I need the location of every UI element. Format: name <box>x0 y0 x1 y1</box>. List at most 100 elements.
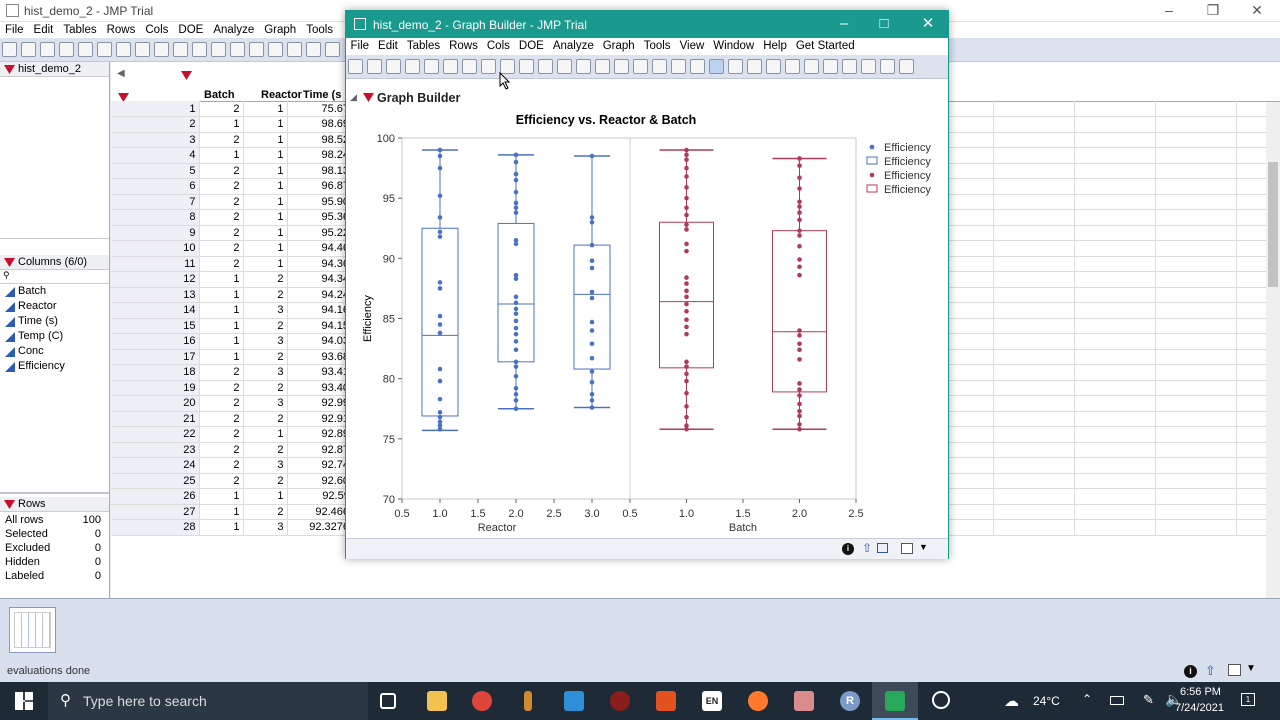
toolbar-tool-icon[interactable] <box>325 42 340 57</box>
toolbar-tool-icon[interactable] <box>97 42 112 57</box>
gb-toolbar-tool-icon[interactable] <box>728 59 743 74</box>
data-point[interactable] <box>797 422 802 427</box>
table-cell[interactable] <box>993 426 1075 443</box>
gb-toolbar-tool-icon[interactable] <box>481 59 496 74</box>
data-point[interactable] <box>437 165 443 171</box>
data-point[interactable] <box>797 257 802 262</box>
table-cell[interactable]: 3 <box>243 333 288 350</box>
table-cell[interactable]: 2 <box>199 473 244 489</box>
row-number[interactable]: 6 <box>111 178 200 195</box>
data-point[interactable] <box>589 242 595 248</box>
data-point[interactable] <box>684 241 689 247</box>
data-point[interactable] <box>437 322 443 327</box>
data-point[interactable] <box>797 233 802 238</box>
bg-menu-item[interactable]: File <box>0 22 29 38</box>
table-cell[interactable] <box>1155 240 1237 257</box>
row-number[interactable]: 16 <box>111 333 200 350</box>
table-cell[interactable]: 2 <box>199 395 244 412</box>
gb-toolbar-tool-icon[interactable] <box>804 59 819 74</box>
table-cell[interactable]: 1 <box>199 302 244 319</box>
legend-point-swatch[interactable] <box>869 144 875 150</box>
jmp-taskbar-active[interactable] <box>872 682 918 720</box>
data-point[interactable] <box>684 275 689 280</box>
data-point[interactable] <box>437 378 443 384</box>
table-cell[interactable] <box>1155 287 1237 303</box>
app-dark-red-icon[interactable] <box>610 691 630 711</box>
gb-menu-item[interactable]: DOE <box>514 38 548 55</box>
gb-toolbar-tool-icon[interactable] <box>443 59 458 74</box>
column-header[interactable]: Time (s <box>303 89 341 101</box>
table-cell[interactable] <box>1074 225 1156 241</box>
data-point[interactable] <box>513 177 519 183</box>
app-pink-icon[interactable] <box>794 691 814 711</box>
data-point[interactable] <box>589 153 595 159</box>
table-cell[interactable]: 2 <box>199 364 244 381</box>
table-cell[interactable]: 1 <box>199 349 244 365</box>
table-cell[interactable] <box>993 504 1075 520</box>
toolbar-tool-icon[interactable] <box>135 42 150 57</box>
table-cell[interactable]: 2 <box>243 442 288 458</box>
table-cell[interactable]: 2 <box>199 457 244 474</box>
table-cell[interactable] <box>1155 364 1237 381</box>
data-point[interactable] <box>589 215 595 220</box>
battery-icon[interactable] <box>1110 696 1124 705</box>
table-cell[interactable] <box>993 364 1075 381</box>
data-point[interactable] <box>797 381 802 386</box>
table-cell[interactable] <box>993 395 1075 412</box>
table-cell[interactable] <box>1155 426 1237 443</box>
data-point[interactable] <box>797 272 802 278</box>
toolbar-tool-icon[interactable] <box>306 42 321 57</box>
table-cell[interactable]: 1 <box>243 101 288 117</box>
gb-menu-item[interactable]: Edit <box>374 38 403 55</box>
data-point[interactable] <box>797 199 802 205</box>
table-cell[interactable] <box>1074 256 1156 272</box>
table-cell[interactable] <box>1074 395 1156 412</box>
data-point[interactable] <box>684 195 689 201</box>
table-cell[interactable]: 2 <box>199 442 244 458</box>
legend-label[interactable]: Efficiency <box>884 184 931 196</box>
gb-view-icon[interactable] <box>901 543 913 554</box>
table-cell[interactable] <box>1074 147 1156 164</box>
data-point[interactable] <box>589 398 595 403</box>
data-point[interactable] <box>684 308 689 314</box>
gb-menu-item[interactable]: Rows <box>445 38 483 55</box>
table-cell[interactable] <box>993 442 1075 458</box>
table-cell[interactable] <box>993 333 1075 350</box>
data-point[interactable] <box>589 405 595 410</box>
gb-menu-item[interactable]: Tables <box>402 38 444 55</box>
gb-dropdown-arrow-icon[interactable]: ▼ <box>919 542 928 552</box>
table-cell[interactable] <box>1155 488 1237 505</box>
data-point[interactable] <box>797 357 802 362</box>
column-search-input[interactable]: ⚲ <box>0 270 109 284</box>
gb-menu-item[interactable]: Analyze <box>548 38 598 55</box>
task-view-icon[interactable] <box>380 693 396 709</box>
table-cell[interactable]: 1 <box>199 116 244 133</box>
table-cell[interactable] <box>993 457 1075 474</box>
data-point[interactable] <box>589 258 595 264</box>
data-point[interactable] <box>589 379 595 385</box>
weather-icon[interactable]: ☁ <box>1004 692 1019 710</box>
obs-icon[interactable] <box>932 691 950 709</box>
column-header[interactable]: Batch <box>204 89 235 101</box>
legend-box-swatch[interactable] <box>866 184 878 193</box>
data-point[interactable] <box>684 359 689 365</box>
gb-toolbar-tool-icon[interactable] <box>519 59 534 74</box>
toolbar-tool-icon[interactable] <box>40 42 55 57</box>
data-point[interactable] <box>513 241 519 247</box>
table-cell[interactable]: 2 <box>243 271 288 288</box>
table-cell[interactable] <box>993 116 1075 133</box>
data-point[interactable] <box>797 408 802 414</box>
table-cell[interactable]: 2 <box>199 256 244 272</box>
row-number[interactable]: 19 <box>111 380 200 396</box>
gb-toolbar-tool-icon[interactable] <box>633 59 648 74</box>
data-point[interactable] <box>513 359 519 365</box>
table-cell[interactable] <box>1155 302 1237 319</box>
table-cell[interactable] <box>993 287 1075 303</box>
red-triangle-icon[interactable] <box>4 500 15 509</box>
table-cell[interactable] <box>1074 349 1156 365</box>
data-point[interactable] <box>513 318 519 324</box>
gb-info-icon[interactable]: i <box>842 543 854 555</box>
dropdown-arrow-icon[interactable]: ▼ <box>1246 663 1256 674</box>
bg-menu-item[interactable]: DOE <box>173 22 208 38</box>
clock-date[interactable]: 7/24/2021 <box>1175 702 1224 714</box>
